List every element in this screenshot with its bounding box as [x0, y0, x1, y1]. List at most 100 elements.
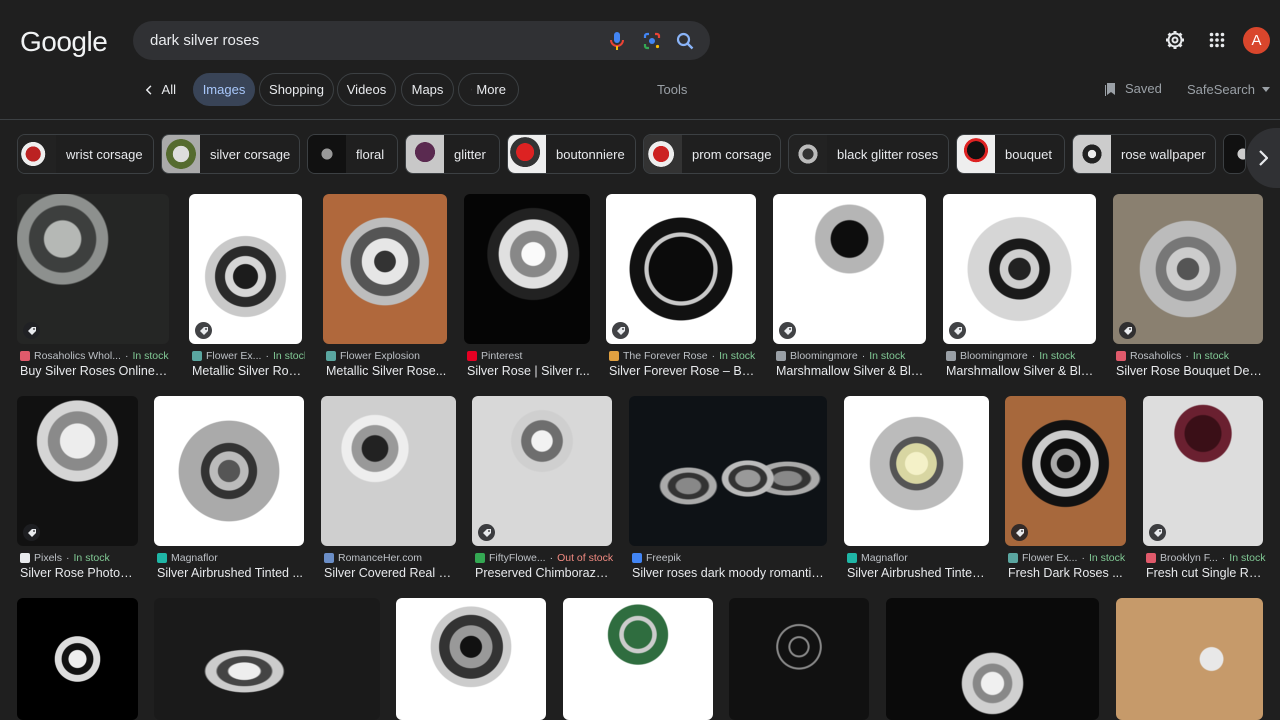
- result-image[interactable]: [606, 194, 756, 344]
- result-card[interactable]: [1116, 598, 1263, 720]
- safesearch-button[interactable]: SafeSearch: [1187, 82, 1270, 97]
- result-card[interactable]: Flower Ex...·In stock Metallic Silver Ros…: [189, 194, 305, 386]
- result-source[interactable]: Bloomingmore · In stock: [776, 350, 929, 362]
- result-image[interactable]: [154, 598, 380, 720]
- result-source[interactable]: The Forever Rose · In stock: [609, 350, 759, 362]
- result-image[interactable]: [1113, 194, 1263, 344]
- tools-button[interactable]: Tools: [657, 82, 687, 97]
- result-image[interactable]: [563, 598, 713, 720]
- result-card[interactable]: Brooklyn F... · In stock Fresh cut Single R…: [1143, 396, 1266, 588]
- result-card[interactable]: Bloomingmore · In stock Marshmallow Silver …: [943, 194, 1096, 386]
- result-image[interactable]: [17, 194, 169, 344]
- result-image[interactable]: [17, 396, 138, 546]
- result-image[interactable]: [1005, 396, 1126, 546]
- result-title[interactable]: Silver Rose | Silver r...: [467, 364, 590, 378]
- result-card[interactable]: Flower Explosion Metallic Silver Rose...: [323, 194, 447, 386]
- result-card[interactable]: [563, 598, 713, 720]
- result-source[interactable]: Magnaflor: [847, 552, 992, 564]
- chip-wrist-corsage[interactable]: wrist corsage: [17, 134, 154, 174]
- chips-next-button[interactable]: [1246, 128, 1280, 188]
- microphone-icon[interactable]: [606, 30, 628, 52]
- result-title[interactable]: Silver Rose Bouquet Deliv...: [1116, 364, 1263, 378]
- tab-more[interactable]: More: [458, 73, 519, 106]
- result-source[interactable]: Pinterest: [467, 350, 593, 362]
- result-title[interactable]: Fresh cut Single Re...: [1146, 566, 1263, 580]
- result-title[interactable]: Marshmallow Silver & Bla...: [776, 364, 926, 378]
- result-source[interactable]: Magnaflor: [157, 552, 307, 564]
- result-source[interactable]: FiftyFlowe... · Out of stock: [475, 552, 615, 564]
- result-image[interactable]: [844, 396, 989, 546]
- result-title[interactable]: Preserved Chimborazo ...: [475, 566, 612, 580]
- chip-prom-corsage[interactable]: prom corsage: [643, 134, 781, 174]
- result-source[interactable]: Rosaholics Whol... · In stock: [20, 350, 172, 362]
- result-title[interactable]: Marshmallow Silver & Bla...: [946, 364, 1096, 378]
- result-card[interactable]: [886, 598, 1099, 720]
- result-image[interactable]: [464, 194, 590, 344]
- tab-images[interactable]: Images: [193, 73, 255, 106]
- apps-grid-icon[interactable]: [1205, 28, 1229, 52]
- result-source[interactable]: Brooklyn F... · In stock: [1146, 552, 1266, 564]
- chip-boutonniere[interactable]: boutonniere: [507, 134, 636, 174]
- result-title[interactable]: Buy Silver Roses Online –...: [20, 364, 169, 378]
- result-image[interactable]: [773, 194, 926, 344]
- chip-bouquet[interactable]: bouquet: [956, 134, 1065, 174]
- saved-button[interactable]: Saved: [1105, 81, 1162, 96]
- result-card[interactable]: [17, 598, 138, 720]
- search-icon[interactable]: [674, 30, 696, 52]
- result-card[interactable]: Magnaflor Silver Airbrushed Tinted ...: [154, 396, 304, 588]
- result-card[interactable]: FiftyFlowe... · Out of stock Preserved Chim…: [472, 396, 615, 588]
- result-image[interactable]: [886, 598, 1099, 720]
- result-card[interactable]: Magnaflor Silver Airbrushed Tinted ...: [844, 396, 989, 588]
- account-avatar[interactable]: A: [1243, 27, 1270, 54]
- tab-shopping[interactable]: Shopping: [259, 73, 334, 106]
- tab-maps[interactable]: Maps: [401, 73, 454, 106]
- result-card[interactable]: Flower Ex... · In stock Fresh Dark Roses ..…: [1005, 396, 1126, 588]
- result-card[interactable]: The Forever Rose · In stock Silver Forever …: [606, 194, 756, 386]
- result-title[interactable]: Silver Airbrushed Tinted ...: [157, 566, 304, 580]
- result-card[interactable]: [729, 598, 869, 720]
- result-card[interactable]: Rosaholics · In stock Silver Rose Bouquet D…: [1113, 194, 1263, 386]
- search-input[interactable]: [150, 21, 590, 60]
- chip-rose-wallpaper[interactable]: rose wallpaper: [1072, 134, 1216, 174]
- tab-videos[interactable]: Videos: [337, 73, 396, 106]
- result-card[interactable]: Bloomingmore · In stock Marshmallow Silver …: [773, 194, 926, 386]
- result-title[interactable]: Metallic Silver Rose...: [326, 364, 447, 378]
- tab-all[interactable]: All: [146, 73, 176, 106]
- result-source[interactable]: RomanceHer.com: [324, 552, 459, 564]
- result-image[interactable]: [1143, 396, 1263, 546]
- result-source[interactable]: Bloomingmore · In stock: [946, 350, 1099, 362]
- result-title[interactable]: Silver roses dark moody romantic ...: [632, 566, 827, 580]
- result-source[interactable]: Flower Ex...·In stock: [192, 350, 305, 362]
- result-image[interactable]: [396, 598, 546, 720]
- result-title[interactable]: Silver Forever Rose – Bla...: [609, 364, 756, 378]
- result-card[interactable]: Rosaholics Whol... · In stock Buy Silver Ro…: [17, 194, 169, 386]
- result-title[interactable]: Silver Airbrushed Tinted ...: [847, 566, 989, 580]
- result-image[interactable]: [17, 598, 138, 720]
- result-image[interactable]: [321, 396, 456, 546]
- result-card[interactable]: [154, 598, 380, 720]
- result-source[interactable]: Flower Ex...·In stock: [1008, 552, 1129, 564]
- result-title[interactable]: Fresh Dark Roses ...: [1008, 566, 1126, 580]
- google-lens-icon[interactable]: [641, 30, 663, 52]
- result-image[interactable]: [154, 396, 304, 546]
- google-logo[interactable]: Google: [20, 26, 108, 58]
- result-source[interactable]: Freepik: [632, 552, 830, 564]
- chip-partial[interactable]: [1223, 134, 1246, 174]
- result-title[interactable]: Silver Rose Photogr...: [20, 566, 138, 580]
- chip-silver-corsage[interactable]: silver corsage: [161, 134, 300, 174]
- settings-gear-icon[interactable]: [1163, 28, 1187, 52]
- result-source[interactable]: Rosaholics · In stock: [1116, 350, 1266, 362]
- result-image[interactable]: [472, 396, 612, 546]
- result-card[interactable]: [396, 598, 546, 720]
- result-title[interactable]: Metallic Silver Rose...: [192, 364, 302, 378]
- result-card[interactable]: Pixels · In stock Silver Rose Photogr...: [17, 396, 138, 588]
- result-card[interactable]: Freepik Silver roses dark moody romantic …: [629, 396, 827, 588]
- chip-glitter[interactable]: glitter: [405, 134, 500, 174]
- result-image[interactable]: [323, 194, 447, 344]
- result-card[interactable]: RomanceHer.com Silver Covered Real Ro...: [321, 396, 456, 588]
- search-box[interactable]: [133, 21, 710, 60]
- result-title[interactable]: Silver Covered Real Ro...: [324, 566, 456, 580]
- result-source[interactable]: Flower Explosion: [326, 350, 450, 362]
- result-image[interactable]: [629, 396, 827, 546]
- result-source[interactable]: Pixels · In stock: [20, 552, 141, 564]
